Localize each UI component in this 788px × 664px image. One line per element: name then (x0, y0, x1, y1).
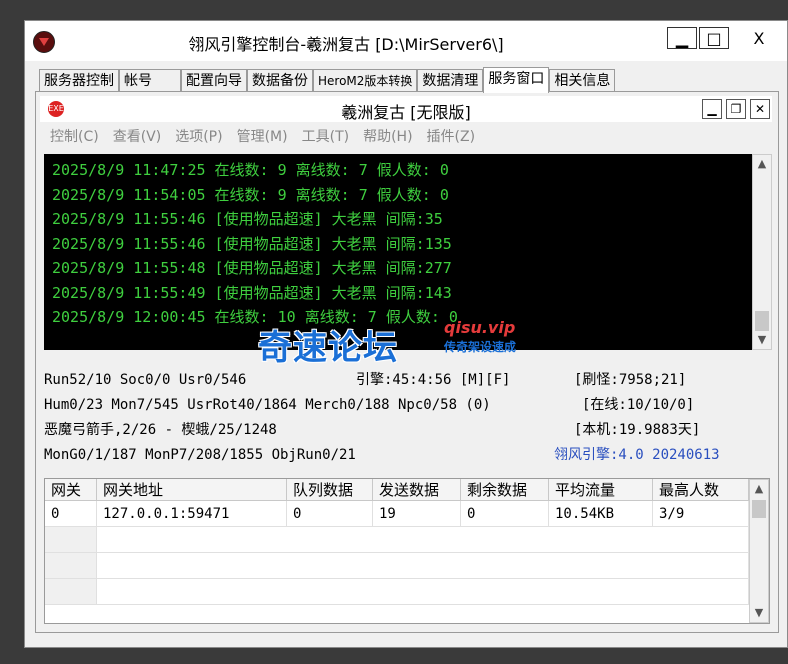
main-window: 翎风引擎控制台-羲洲复古 [D:\MirServer6\] ▁ □ X 服务器控… (24, 20, 788, 648)
tab-account[interactable]: 帐号 (119, 69, 181, 92)
service-window-panel: EXE 羲洲复古 [无限版] ▁ ❐ ✕ 控制(C) 查看(V) 选项(P) 管… (35, 91, 779, 633)
table-cell[interactable]: 0 (45, 501, 97, 527)
col-send-data[interactable]: 发送数据 (373, 479, 461, 501)
table-row-empty (97, 553, 749, 579)
window-title: 翎风引擎控制台-羲洲复古 [D:\MirServer6\] (188, 35, 504, 54)
status-panel: Run52/10 Soc0/0 Usr0/546 引擎:45:4:56 [M][… (44, 368, 774, 468)
watermark-text: 奇速论坛 (258, 328, 398, 368)
table-cell[interactable]: 10.54KB (549, 501, 653, 527)
col-gateway-address[interactable]: 网关地址 (97, 479, 287, 501)
menu-bar: 控制(C) 查看(V) 选项(P) 管理(M) 工具(T) 帮助(H) 插件(Z… (50, 126, 475, 148)
tab-related-info[interactable]: 相关信息 (549, 69, 616, 92)
col-remaining-data[interactable]: 剩余数据 (461, 479, 549, 501)
status-refresh: [刷怪:7958;21] (574, 372, 687, 388)
table-row-empty (45, 553, 97, 579)
status-online: [在线:10/10/0] (582, 397, 695, 413)
log-line: 2025/8/9 11:55:46 [使用物品超速] 大老黑 间隔:35 (52, 210, 443, 228)
table-row-empty (45, 527, 97, 553)
menu-control[interactable]: 控制(C) (50, 126, 99, 148)
col-gateway[interactable]: 网关 (45, 479, 97, 501)
scroll-thumb[interactable] (752, 500, 766, 518)
gateway-table: 网关 网关地址 队列数据 发送数据 剩余数据 平均流量 最高人数 0 127.0… (44, 478, 770, 624)
tab-server-control[interactable]: 服务器控制 (39, 69, 119, 92)
watermark: 奇速论坛 qisu.vip 传奇架设速成 (258, 318, 578, 368)
menu-manage[interactable]: 管理(M) (237, 126, 288, 148)
status-run: Run52/10 Soc0/0 Usr0/546 (44, 372, 247, 388)
tab-data-cleanup[interactable]: 数据清理 (417, 69, 484, 92)
log-scrollbar[interactable]: ▲ ▼ (752, 154, 772, 350)
scroll-down-icon[interactable]: ▼ (750, 604, 768, 622)
table-row-empty (97, 527, 749, 553)
status-engine-time: 引擎:45:4:56 [M][F] (356, 372, 511, 388)
watermark-url: qisu.vip (444, 318, 516, 337)
scroll-up-icon[interactable]: ▲ (753, 155, 771, 173)
menu-view[interactable]: 查看(V) (113, 126, 162, 148)
table-cell[interactable]: 0 (287, 501, 373, 527)
table-cell[interactable]: 127.0.0.1:59471 (97, 501, 287, 527)
scroll-thumb[interactable] (755, 311, 769, 331)
engine-version: 翎风引擎:4.0 20240613 (554, 447, 720, 463)
table-scrollbar[interactable]: ▲ ▼ (749, 479, 769, 623)
inner-title-bar: EXE 羲洲复古 [无限版] ▁ ❐ ✕ (40, 96, 772, 122)
table-cell[interactable]: 3/9 (653, 501, 749, 527)
inner-restore-button[interactable]: ❐ (726, 99, 746, 119)
inner-minimize-button[interactable]: ▁ (702, 99, 722, 119)
maximize-button[interactable]: □ (699, 27, 729, 49)
table-row-empty (97, 579, 749, 605)
tab-herom2-convert[interactable]: HeroM2版本转换 (313, 69, 418, 92)
close-button[interactable]: X (737, 27, 781, 49)
inner-window-title: 羲洲复古 [无限版] (341, 103, 471, 122)
title-bar: 翎风引擎控制台-羲洲复古 [D:\MirServer6\] ▁ □ X (25, 21, 787, 61)
log-line: 2025/8/9 11:47:25 在线数: 9 离线数: 7 假人数: 0 (52, 161, 449, 179)
scroll-down-icon[interactable]: ▼ (753, 331, 771, 349)
minimize-button[interactable]: ▁ (667, 27, 697, 49)
table-cell[interactable]: 0 (461, 501, 549, 527)
menu-plugins[interactable]: 插件(Z) (427, 126, 476, 148)
menu-tools[interactable]: 工具(T) (302, 126, 349, 148)
log-line: 2025/8/9 11:54:05 在线数: 9 离线数: 7 假人数: 0 (52, 185, 449, 204)
tab-bar: 服务器控制 帐号 配置向导 数据备份 HeroM2版本转换 数据清理 服务窗口 … (39, 67, 616, 93)
col-avg-traffic[interactable]: 平均流量 (549, 479, 653, 501)
status-local: [本机:19.9883天] (574, 422, 701, 438)
table-row-empty (45, 579, 97, 605)
col-max-users[interactable]: 最高人数 (653, 479, 749, 501)
tab-config-wizard[interactable]: 配置向导 (181, 69, 247, 92)
menu-options[interactable]: 选项(P) (175, 126, 222, 148)
log-line: 2025/8/9 11:55:46 [使用物品超速] 大老黑 间隔:135 (52, 234, 452, 253)
menu-help[interactable]: 帮助(H) (363, 126, 412, 148)
status-map: 恶魔弓箭手,2/26 - 楔蛾/25/1248 (44, 422, 277, 438)
tab-service-window[interactable]: 服务窗口 (483, 67, 550, 93)
table-cell[interactable]: 19 (373, 501, 461, 527)
col-queue-data[interactable]: 队列数据 (287, 479, 373, 501)
watermark-subtitle: 传奇架设速成 (444, 340, 517, 354)
tab-data-backup[interactable]: 数据备份 (247, 69, 313, 92)
log-line: 2025/8/9 11:55:48 [使用物品超速] 大老黑 间隔:277 (52, 259, 452, 277)
scroll-up-icon[interactable]: ▲ (750, 480, 768, 498)
status-mon: MonG0/1/187 MonP7/208/1855 ObjRun0/21 (44, 447, 356, 463)
status-hum: Hum0/23 Mon7/545 UsrRot40/1864 Merch0/18… (44, 397, 491, 413)
log-line: 2025/8/9 11:55:49 [使用物品超速] 大老黑 间隔:143 (52, 283, 452, 302)
inner-close-button[interactable]: ✕ (750, 99, 770, 119)
